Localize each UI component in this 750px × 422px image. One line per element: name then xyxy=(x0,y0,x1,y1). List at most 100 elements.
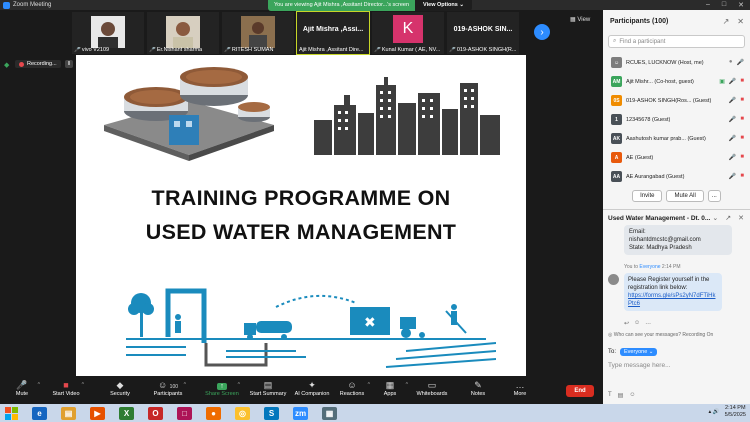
opera-icon[interactable]: O xyxy=(148,406,163,420)
file-icon[interactable]: ▤ xyxy=(618,392,624,399)
list-item[interactable]: ☺ RCUES, LUCKNOW (Host, me) ● 🎤 xyxy=(603,53,750,72)
microphone-icon: 🎤 xyxy=(16,380,28,390)
smiley-icon[interactable]: ☺ xyxy=(629,392,635,399)
chevron-up-icon: ^ xyxy=(81,382,84,388)
apps-button[interactable]: ▦ Apps ^ xyxy=(370,380,410,397)
pdf-reader-icon[interactable]: □ xyxy=(177,406,192,420)
start-video-button[interactable]: ■ Start Video ^ xyxy=(46,380,86,397)
close-icon[interactable]: ✕ xyxy=(737,17,744,26)
media-player-icon[interactable]: ▶ xyxy=(90,406,105,420)
ellipsis-icon[interactable]: … xyxy=(645,320,651,327)
internet-explorer-icon[interactable]: e xyxy=(32,406,47,420)
list-item[interactable]: AA AE Aurangabad (Guest) 🎤 ■ xyxy=(603,167,750,186)
tray-icons[interactable]: ▴ 🔊 xyxy=(708,409,719,415)
muted-mic-icon: 🎤 xyxy=(74,47,81,53)
view-button[interactable]: ▦ View xyxy=(570,16,590,23)
slide-title-line-1: TRAINING PROGRAMME ON xyxy=(151,186,451,210)
share-screen-icon: ▣ xyxy=(719,79,725,85)
more-button[interactable]: … More xyxy=(500,380,540,397)
chat-meta-prefix: You to xyxy=(624,264,638,270)
view-options-button[interactable]: View Options ⌄ xyxy=(415,0,472,11)
avatar: 1 xyxy=(611,114,622,125)
video-thumbnail[interactable]: 🎤Er.Nishant sharma xyxy=(147,12,219,54)
whiteboards-button[interactable]: ▭ Whiteboards xyxy=(412,380,452,397)
window-controls: – □ ✕ xyxy=(706,1,750,9)
next-page-button[interactable]: › xyxy=(534,24,550,40)
list-item[interactable]: 0S 019-ASHOK SINGH(Ros... (Guest) 🎤 ■ xyxy=(603,91,750,110)
popout-icon[interactable]: ↗ xyxy=(723,17,730,26)
excel-icon[interactable]: X xyxy=(119,406,134,420)
firefox-icon[interactable]: ● xyxy=(206,406,221,420)
list-item[interactable]: AM Ajit Mishr... (Co-host, guest) ▣ 🎤 ■ xyxy=(603,72,750,91)
chat-message: Please Register yourself in the registra… xyxy=(624,273,722,311)
video-thumbnail[interactable]: 🎤vivo V2109 xyxy=(72,12,144,54)
video-off-icon: ■ xyxy=(740,78,744,84)
list-item[interactable]: AK Aashutosh kumar prab... (Guest) 🎤 ■ xyxy=(603,129,750,148)
reactions-label: Reactions xyxy=(339,391,365,397)
participant-name: Ajit Mishr... (Co-host, guest) xyxy=(626,78,694,85)
slide-title-line-2: USED WATER MANAGEMENT xyxy=(145,220,457,244)
start-summary-button[interactable]: ▤ Start Summary xyxy=(248,380,288,397)
video-thumbnail[interactable]: 019-ASHOK SIN... 🎤019-ASHOK SINGH(R... xyxy=(447,12,519,54)
list-item[interactable]: 1 12345678 (Guest) 🎤 ■ xyxy=(603,110,750,129)
registration-link[interactable]: https://forms.gle/sPs2yN7dFTiHkPtc6 xyxy=(628,292,718,308)
chrome-icon[interactable]: ◎ xyxy=(235,406,250,420)
reply-icon[interactable]: ↩ xyxy=(624,320,629,327)
file-explorer-icon[interactable]: ▤ xyxy=(61,406,76,420)
avatar xyxy=(608,274,619,285)
app-icon[interactable]: ▦ xyxy=(322,406,337,420)
video-off-icon: ■ xyxy=(63,380,69,390)
list-item[interactable]: A AE (Guest) 🎤 ■ xyxy=(603,148,750,167)
search-placeholder: Find a participant xyxy=(619,38,666,45)
mute-button[interactable]: 🎤 Mute ^ xyxy=(2,380,42,397)
avatar: AA xyxy=(611,171,622,182)
more-label: More xyxy=(513,391,527,397)
minimize-button[interactable]: – xyxy=(706,1,710,9)
mute-all-button[interactable]: Mute All xyxy=(666,190,704,202)
zoom-app-icon[interactable]: zm xyxy=(293,406,308,420)
notes-button[interactable]: ✎ Notes xyxy=(458,380,498,397)
video-thumbnail-active-speaker[interactable]: Ajit Mishra ,Assi... Ajit Mishra ,Assita… xyxy=(296,11,370,55)
participants-button[interactable]: ☺ 100 Participants ^ xyxy=(148,380,188,397)
maximize-button[interactable]: □ xyxy=(722,1,726,9)
video-label: Start Video xyxy=(52,391,80,397)
close-icon[interactable]: ✕ xyxy=(738,214,744,222)
participant-name: AE (Guest) xyxy=(626,154,654,161)
chevron-down-icon[interactable]: ⌄ xyxy=(712,214,718,222)
more-options-button[interactable]: ... xyxy=(707,190,721,202)
reactions-button[interactable]: ☺ Reactions ^ xyxy=(332,380,372,397)
chat-message-line: State: Madhya Pradesh xyxy=(629,245,692,251)
skype-icon[interactable]: S xyxy=(264,406,279,420)
participant-search-input[interactable]: ⌕ Find a participant xyxy=(608,35,745,48)
video-thumbnail[interactable]: 🎤RITESH SUMAN xyxy=(222,12,294,54)
summary-icon: ▤ xyxy=(263,380,273,390)
invite-button[interactable]: Invite xyxy=(632,190,663,202)
zoom-logo-icon xyxy=(3,1,10,9)
apps-label: Apps xyxy=(383,391,397,397)
video-thumbnail[interactable]: K 🎤Kunal Kumar ( AE, NV... xyxy=(372,12,444,54)
system-tray: ▴ 🔊 2:14 PM 5/5/2025 xyxy=(708,405,746,419)
participant-video xyxy=(166,16,200,48)
panel-divider xyxy=(603,209,750,210)
popout-icon[interactable]: ↗ xyxy=(725,214,731,222)
pause-recording-button[interactable]: II xyxy=(64,60,74,68)
chat-message-input[interactable]: Type message here... xyxy=(608,362,671,369)
participants-label: Participants xyxy=(153,391,183,397)
chat-meta-recipient: Everyone xyxy=(639,264,661,270)
smiley-icon[interactable]: ☺ xyxy=(634,320,640,327)
format-icon[interactable]: T xyxy=(608,392,612,399)
windows-start-button[interactable] xyxy=(5,406,18,420)
end-meeting-button[interactable]: End xyxy=(566,385,594,397)
avatar: 0S xyxy=(611,95,622,106)
chat-visibility-notice[interactable]: ◎ Who can see your messages? Recording O… xyxy=(608,332,713,338)
ai-companion-button[interactable]: ✦ AI Companion xyxy=(292,380,332,397)
video-off-icon: ■ xyxy=(740,154,744,160)
security-button[interactable]: ◆ Security xyxy=(100,380,140,397)
recipient-dropdown[interactable]: Everyone ⌄ xyxy=(620,348,658,356)
share-screen-button[interactable]: ↑ Share Screen ^ xyxy=(202,380,242,397)
share-banner: You are viewing Ajit Mishra ,Assitant Di… xyxy=(268,0,472,11)
clock[interactable]: 2:14 PM 5/5/2025 xyxy=(725,405,746,419)
participant-name: RCUES, LUCKNOW (Host, me) xyxy=(626,59,704,66)
thumbnail-name: RITESH SUMAN xyxy=(231,47,274,53)
close-button[interactable]: ✕ xyxy=(738,1,744,9)
